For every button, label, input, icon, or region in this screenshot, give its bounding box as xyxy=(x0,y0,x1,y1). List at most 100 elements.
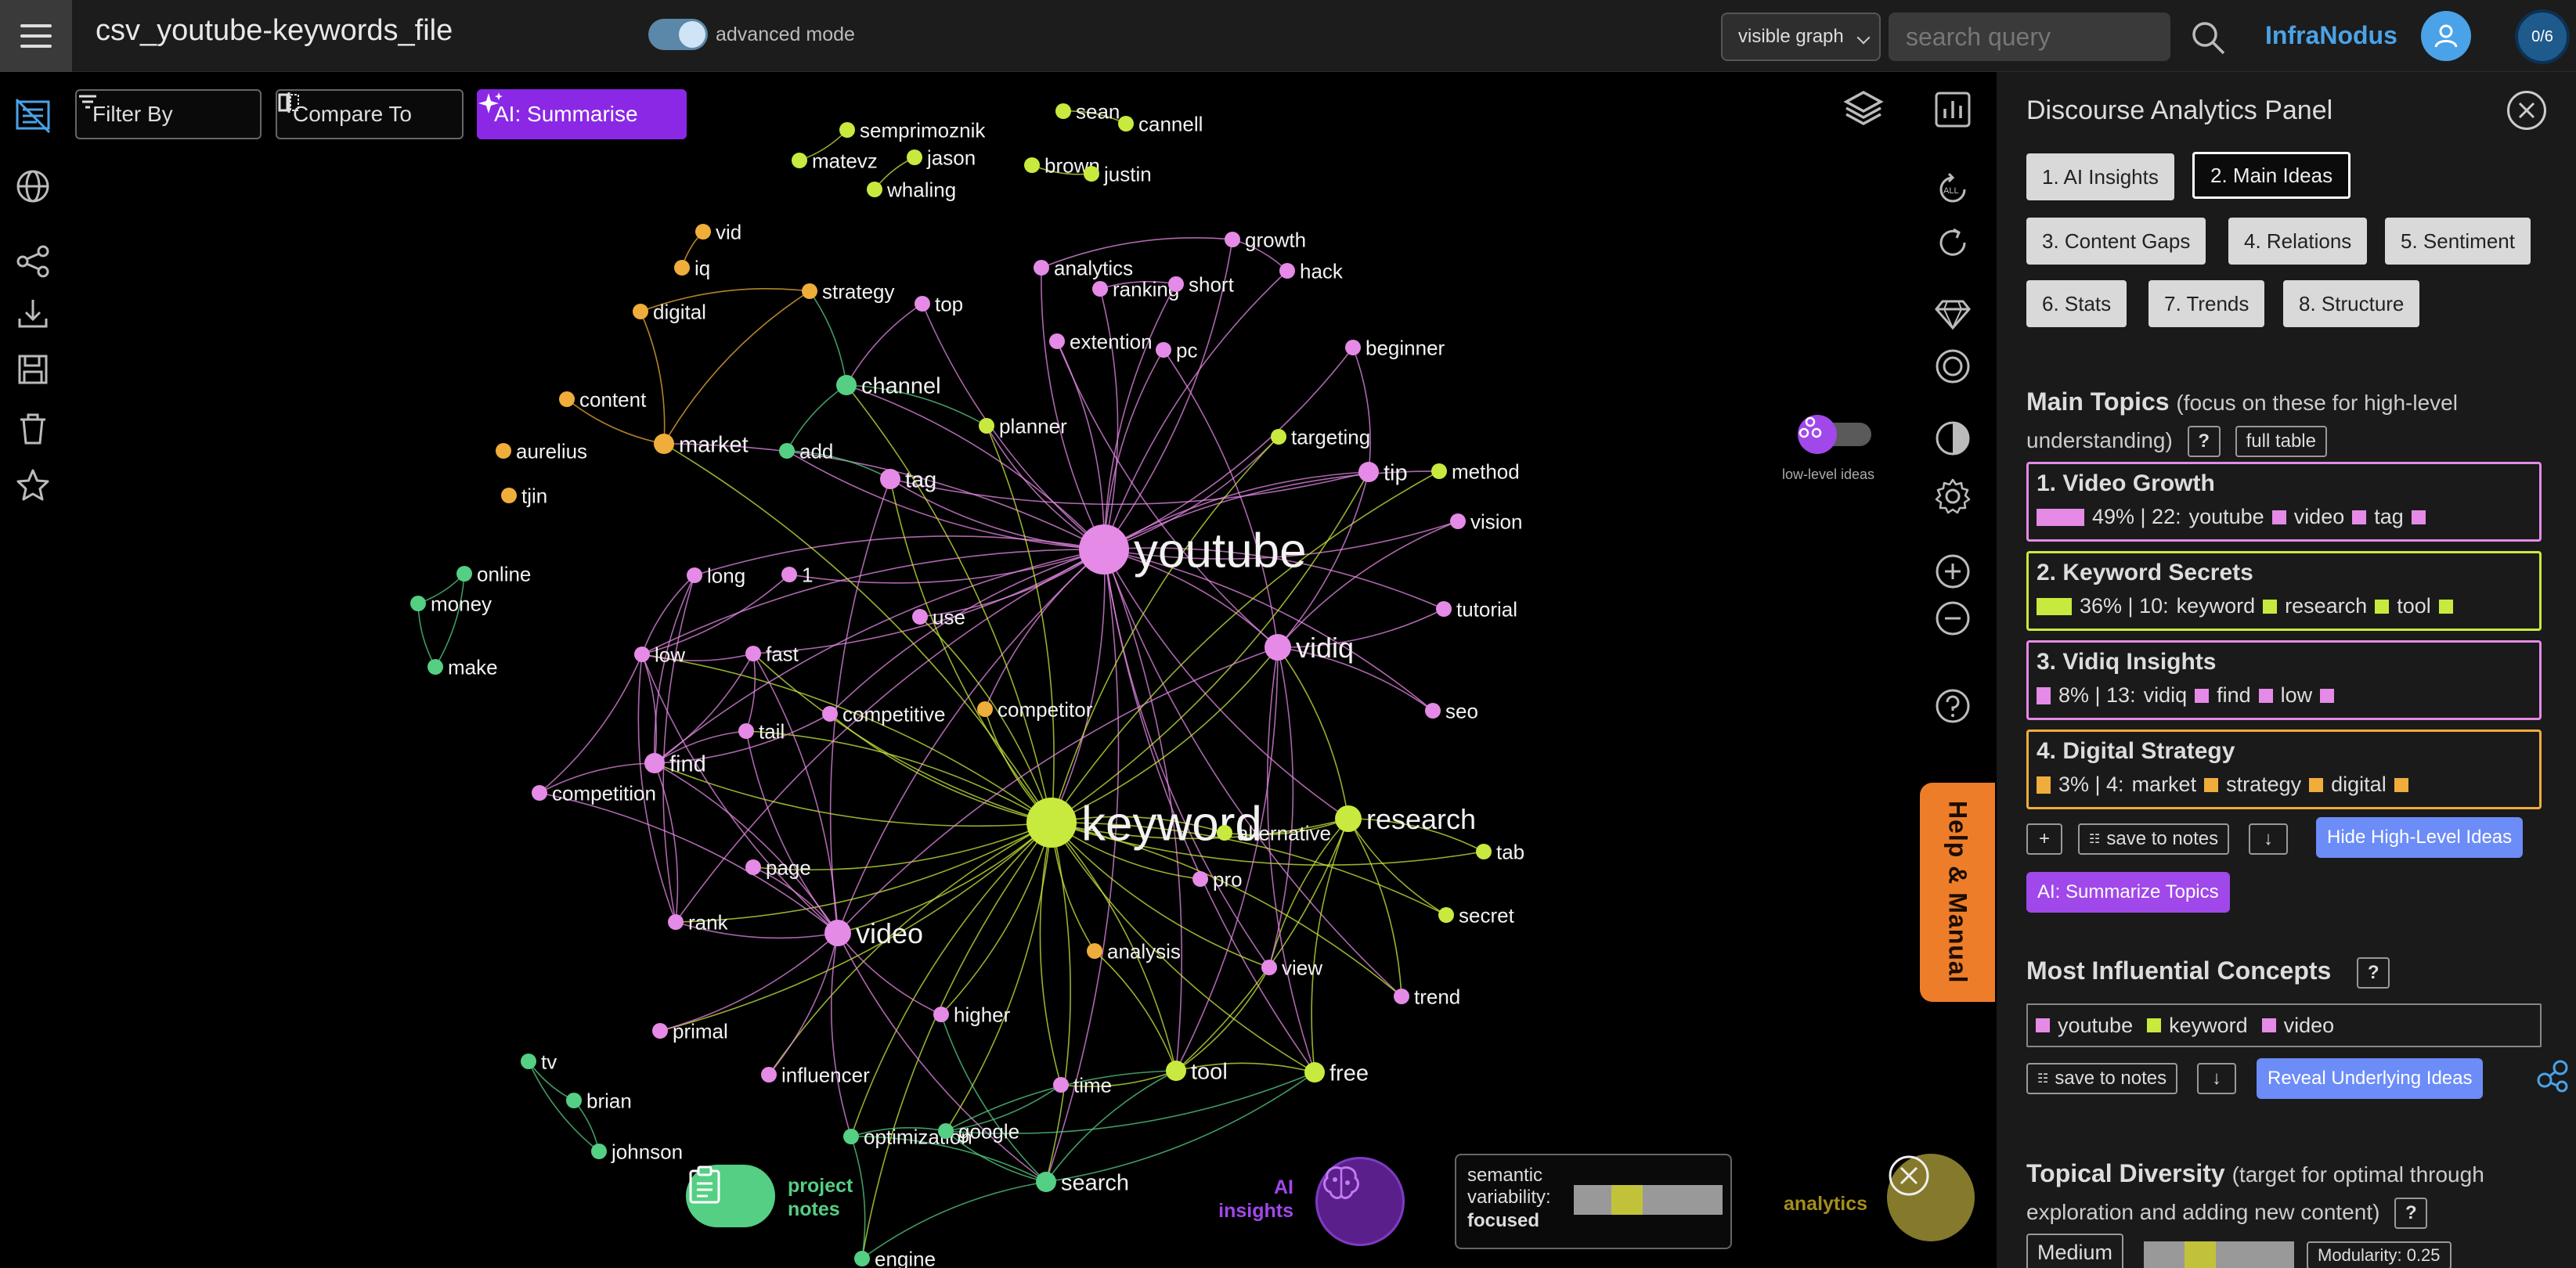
graph-node[interactable]: view xyxy=(1261,956,1322,979)
node-dot[interactable] xyxy=(674,260,690,276)
node-dot[interactable] xyxy=(802,283,817,299)
node-label[interactable]: content xyxy=(579,387,647,411)
node-dot[interactable] xyxy=(824,920,851,946)
node-dot[interactable] xyxy=(1079,524,1129,575)
search-icon[interactable] xyxy=(2189,19,2227,56)
settings-gear-icon[interactable] xyxy=(1931,474,1975,518)
graph-node[interactable]: trend xyxy=(1394,985,1460,1008)
graph-node[interactable]: long xyxy=(687,564,745,587)
graph-node[interactable]: vidiq xyxy=(1265,632,1354,664)
node-dot[interactable] xyxy=(745,859,761,875)
chart-icon[interactable] xyxy=(1931,88,1975,131)
graph-node[interactable]: analytics xyxy=(1034,256,1133,279)
graph-node[interactable]: tjin xyxy=(501,484,547,507)
zoom-out-icon[interactable] xyxy=(1931,596,1975,640)
search-input[interactable] xyxy=(1889,13,2170,61)
diversity-help-button[interactable]: ? xyxy=(2394,1197,2428,1229)
node-dot[interactable] xyxy=(1394,989,1409,1004)
node-label[interactable]: engine xyxy=(875,1247,936,1268)
node-label[interactable]: pc xyxy=(1176,338,1197,362)
node-dot[interactable] xyxy=(1345,340,1361,355)
node-dot[interactable] xyxy=(668,914,684,930)
node-dot[interactable] xyxy=(501,488,517,503)
node-dot[interactable] xyxy=(792,153,807,168)
node-label[interactable]: iq xyxy=(695,256,710,279)
graph-node[interactable]: iq xyxy=(674,256,710,279)
node-dot[interactable] xyxy=(1024,157,1040,173)
node-dot[interactable] xyxy=(912,609,928,625)
graph-node[interactable]: money xyxy=(410,592,492,615)
graph-node[interactable]: tag xyxy=(880,467,936,492)
node-dot[interactable] xyxy=(907,149,922,165)
graph-node[interactable]: sean xyxy=(1055,99,1120,123)
topic-card[interactable]: 3. Vidiq Insights 8% | 13: vidiq find low xyxy=(2026,640,2542,720)
node-label[interactable]: tjin xyxy=(521,484,547,507)
node-label[interactable]: tail xyxy=(759,719,785,743)
node-label[interactable]: rank xyxy=(688,910,729,934)
node-dot[interactable] xyxy=(1087,943,1102,959)
node-dot[interactable] xyxy=(633,304,648,319)
ai-insights-button[interactable] xyxy=(1315,1157,1405,1246)
node-label[interactable]: trend xyxy=(1414,985,1460,1008)
node-dot[interactable] xyxy=(1476,844,1492,859)
node-label[interactable]: 1 xyxy=(802,563,813,586)
node-label[interactable]: digital xyxy=(653,300,706,323)
node-label[interactable]: competitive xyxy=(842,702,946,726)
target-icon[interactable] xyxy=(1931,344,1975,388)
node-label[interactable]: growth xyxy=(1245,228,1306,251)
diamond-icon[interactable] xyxy=(1931,291,1975,335)
save-topics-to-notes-button[interactable]: ☷ save to notes xyxy=(2078,823,2230,855)
topic-word[interactable]: strategy xyxy=(2226,773,2301,797)
node-dot[interactable] xyxy=(1034,260,1049,276)
full-table-button[interactable]: full table xyxy=(2235,425,2327,457)
node-dot[interactable] xyxy=(1450,513,1466,529)
influential-help-button[interactable]: ? xyxy=(2357,956,2390,989)
node-dot[interactable] xyxy=(1225,232,1240,247)
low-level-ideas-toggle[interactable] xyxy=(1798,415,1876,454)
node-dot[interactable] xyxy=(915,296,930,312)
node-label[interactable]: research xyxy=(1366,803,1476,835)
node-label[interactable]: strategy xyxy=(822,279,895,303)
node-label[interactable]: cannell xyxy=(1138,112,1203,135)
node-label[interactable]: keyword xyxy=(1081,797,1262,851)
node-label[interactable]: secret xyxy=(1459,903,1515,927)
topic-word[interactable]: low xyxy=(2281,683,2313,708)
node-label[interactable]: market xyxy=(679,432,749,457)
concept-item[interactable]: video xyxy=(2261,1014,2334,1038)
node-dot[interactable] xyxy=(410,596,426,611)
graph-node[interactable]: aurelius xyxy=(496,439,587,463)
node-label[interactable]: pro xyxy=(1213,867,1243,891)
node-dot[interactable] xyxy=(644,753,665,773)
topic-card[interactable]: 1. Video Growth 49% | 22: youtube video tag xyxy=(2026,462,2542,542)
node-label[interactable]: matevz xyxy=(812,149,878,172)
node-dot[interactable] xyxy=(1049,333,1065,349)
graph-node[interactable]: brian xyxy=(566,1089,632,1112)
download-icon[interactable] xyxy=(11,291,55,335)
close-panel-button[interactable] xyxy=(2507,91,2546,130)
save-icon[interactable] xyxy=(11,348,55,391)
graph-node[interactable]: fast xyxy=(745,642,799,665)
hide-high-level-button[interactable]: Hide High-Level Ideas xyxy=(2316,817,2524,858)
node-dot[interactable] xyxy=(1192,871,1208,887)
graph-node[interactable]: semprimoznik xyxy=(839,118,986,142)
graph-node[interactable]: video xyxy=(824,917,923,949)
node-dot[interactable] xyxy=(591,1144,607,1159)
node-dot[interactable] xyxy=(1053,1077,1069,1093)
layers-icon[interactable] xyxy=(1842,88,1885,131)
node-label[interactable]: tip xyxy=(1384,460,1408,485)
node-dot[interactable] xyxy=(1217,825,1232,841)
graph-node[interactable]: low xyxy=(634,643,685,666)
node-label[interactable]: alternative xyxy=(1237,821,1331,845)
graph-node[interactable]: market xyxy=(654,432,749,457)
node-label[interactable]: tag xyxy=(905,467,936,492)
topic-card[interactable]: 4. Digital Strategy 3% | 4: market strategy… xyxy=(2026,729,2542,809)
help-manual-tab[interactable]: Help & Manual xyxy=(1920,783,1995,1002)
node-dot[interactable] xyxy=(1304,1062,1325,1082)
node-label[interactable]: free xyxy=(1329,1061,1369,1086)
tab-main-ideas[interactable]: 2. Main Ideas xyxy=(2192,152,2351,199)
node-label[interactable]: video xyxy=(856,917,923,949)
graph-node[interactable]: higher xyxy=(933,1003,1011,1026)
network-icon[interactable] xyxy=(2531,1054,2574,1097)
topic-word[interactable]: market xyxy=(2132,773,2197,797)
compare-to-button[interactable]: Compare To xyxy=(276,89,464,139)
